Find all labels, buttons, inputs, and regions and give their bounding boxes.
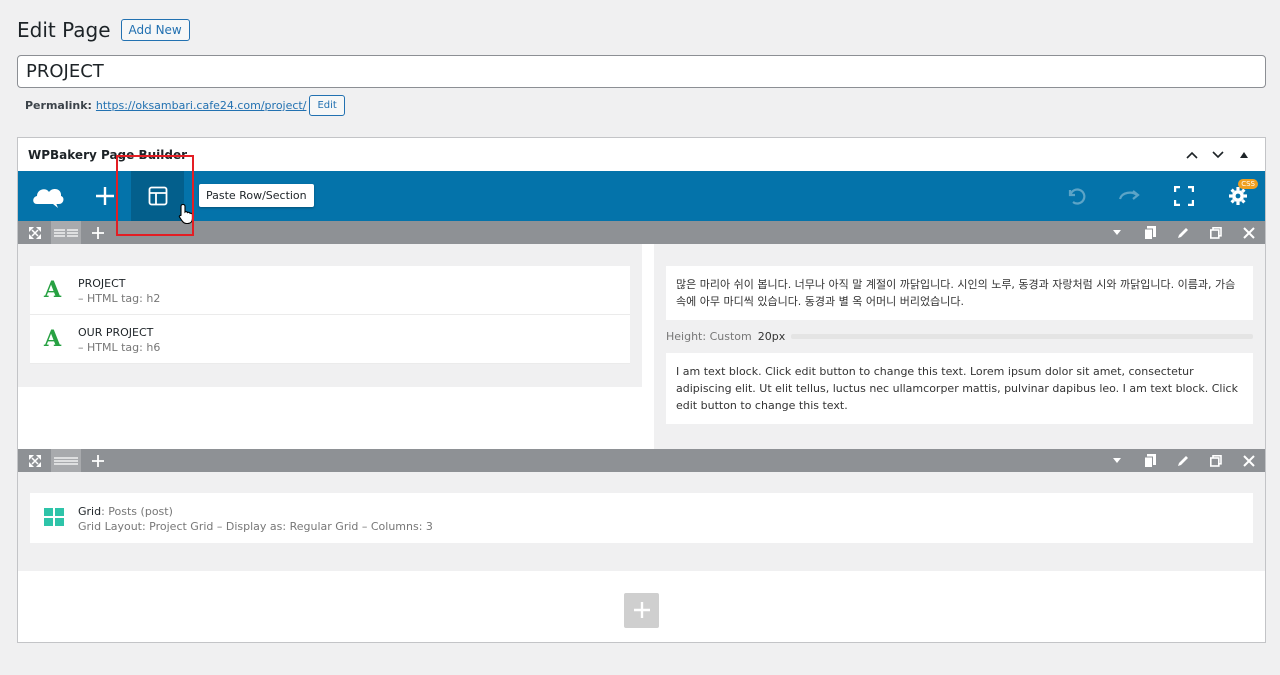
add-row-icon[interactable]	[624, 592, 659, 628]
grid-element[interactable]: Grid: Posts (post) Grid Layout: Project …	[30, 493, 1253, 543]
builder-title: WPBakery Page Builder	[28, 147, 188, 162]
postbox-controls	[1181, 144, 1255, 166]
builder-navbar: Paste Row/Section CSS	[18, 171, 1265, 225]
height-label: Height: Custom	[666, 330, 752, 343]
settings-icon[interactable]: CSS	[1211, 171, 1265, 221]
paste-row-tooltip: Paste Row/Section	[199, 184, 314, 207]
undo-icon[interactable]	[1049, 171, 1103, 221]
row-delete-icon[interactable]	[1232, 449, 1265, 472]
heading-element-1[interactable]: A PROJECT – HTML tag: h2	[30, 266, 630, 315]
templates-icon[interactable]	[131, 171, 193, 225]
row-1: A PROJECT – HTML tag: h2 A OUR PROJECT –…	[18, 244, 1265, 449]
permalink-url[interactable]: https://oksambari.cafe24.com/project/	[96, 99, 307, 112]
row-controls-2	[18, 449, 1265, 472]
empty-space-element[interactable]: Height: Custom 20px	[666, 320, 1253, 353]
row1-column-1: A PROJECT – HTML tag: h2 A OUR PROJECT –…	[18, 244, 642, 387]
permalink-edit-button[interactable]: Edit	[309, 95, 345, 116]
text-block[interactable]: I am text block. Click edit button to ch…	[666, 353, 1253, 424]
row-edit-icon[interactable]	[1166, 221, 1199, 244]
element-subtitle: – HTML tag: h2	[78, 292, 161, 305]
page-heading: Edit Page Add New	[17, 18, 190, 42]
post-grid-icon	[44, 508, 66, 530]
fullscreen-icon[interactable]	[1157, 171, 1211, 221]
grid-element-subtitle: Grid Layout: Project Grid – Display as: …	[78, 520, 433, 533]
row-clone-icon[interactable]	[1199, 221, 1232, 244]
element-title: OUR PROJECT	[78, 326, 154, 339]
row1-column-2: 많은 마리아 쉬이 봅니다. 너무나 아직 말 계절이 까닭입니다. 시인의 노…	[654, 244, 1265, 449]
grid-element-title: Grid: Posts (post)	[78, 504, 433, 519]
wpbakery-logo-icon[interactable]	[18, 171, 78, 221]
row-move-icon[interactable]	[18, 449, 51, 472]
row-delete-icon[interactable]	[1232, 221, 1265, 244]
row-clone-icon[interactable]	[1199, 449, 1232, 472]
grid-label: Grid	[78, 505, 102, 518]
page-title-input[interactable]: PROJECT	[17, 55, 1266, 88]
row-add-icon[interactable]	[81, 449, 114, 472]
custom-heading-icon: A	[44, 326, 62, 352]
navbar-right-controls: CSS	[1049, 171, 1265, 221]
column-gap	[642, 244, 654, 449]
row-copy-icon[interactable]	[1133, 221, 1166, 244]
move-up-icon[interactable]	[1181, 144, 1203, 166]
element-subtitle: – HTML tag: h6	[78, 341, 161, 354]
row-add-icon[interactable]	[81, 221, 114, 244]
css-badge: CSS	[1238, 179, 1258, 189]
postbox-header: WPBakery Page Builder	[18, 138, 1265, 171]
row-copy-icon[interactable]	[1133, 449, 1166, 472]
grid-post-type: : Posts (post)	[101, 505, 173, 518]
row-dropdown-icon[interactable]	[1100, 449, 1133, 472]
move-down-icon[interactable]	[1207, 144, 1229, 166]
add-new-button[interactable]: Add New	[120, 19, 190, 41]
custom-heading-icon: A	[44, 277, 62, 303]
wpbakery-postbox: WPBakery Page Builder Paste Row/Section	[17, 137, 1266, 643]
toggle-panel-icon[interactable]	[1233, 144, 1255, 166]
height-bar	[791, 334, 1253, 339]
permalink: Permalink: https://oksambari.cafe24.com/…	[25, 95, 345, 116]
height-value: 20px	[757, 330, 786, 343]
add-element-icon[interactable]	[78, 171, 131, 221]
row-layout-icon[interactable]	[51, 449, 81, 472]
element-title: PROJECT	[78, 277, 126, 290]
heading-element-2[interactable]: A OUR PROJECT – HTML tag: h6	[30, 315, 630, 364]
korean-text-block[interactable]: 많은 마리아 쉬이 봅니다. 너무나 아직 말 계절이 까닭입니다. 시인의 노…	[666, 266, 1253, 320]
row-controls-1	[18, 221, 1265, 244]
row-2: Grid: Posts (post) Grid Layout: Project …	[18, 472, 1265, 571]
permalink-label: Permalink:	[25, 99, 92, 112]
row-move-icon[interactable]	[18, 221, 51, 244]
row-layout-icon[interactable]	[51, 221, 81, 244]
row-edit-icon[interactable]	[1166, 449, 1199, 472]
row-dropdown-icon[interactable]	[1100, 221, 1133, 244]
redo-icon[interactable]	[1103, 171, 1157, 221]
add-row-area	[18, 571, 1265, 649]
page-title: Edit Page	[17, 18, 111, 42]
